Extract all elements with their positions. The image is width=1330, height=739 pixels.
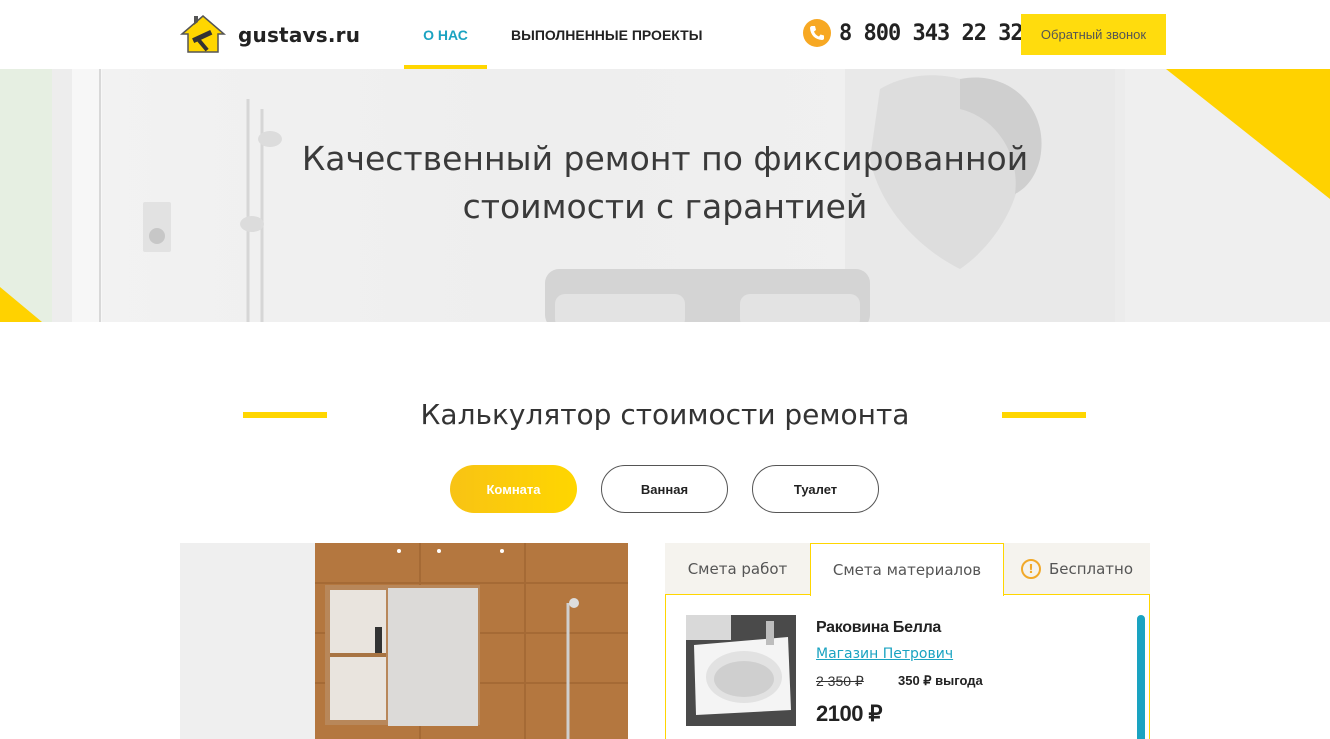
tab-materials-estimate-label: Смета материалов: [832, 561, 982, 579]
product-price: 2100 ₽: [816, 701, 883, 726]
nav-about-label: О НАС: [423, 26, 468, 43]
logo-text: gustavs.ru: [238, 23, 361, 47]
product-image: [686, 615, 796, 726]
nav-projects-label: ВЫПОЛНЕННЫЕ ПРОЕКТЫ: [511, 26, 703, 43]
hero-banner: Качественный ремонт по фиксированной сто…: [0, 69, 1330, 322]
room-button-room[interactable]: Комната: [450, 465, 577, 513]
nav-projects[interactable]: ВЫПОЛНЕННЫЕ ПРОЕКТЫ: [511, 0, 702, 69]
bathroom-image: [180, 543, 628, 739]
estimate-tabs: Смета работ Смета материалов ! Бесплатно: [665, 543, 1150, 596]
room-button-bathroom[interactable]: Ванная: [601, 465, 728, 513]
hero-title-line2: стоимости с гарантией: [462, 187, 868, 226]
product-name: Раковина Белла: [816, 619, 942, 636]
logo[interactable]: gustavs.ru: [178, 14, 360, 56]
tab-materials-estimate[interactable]: Смета материалов: [810, 543, 1004, 596]
nav-about[interactable]: О НАС: [404, 0, 487, 69]
tab-free[interactable]: ! Бесплатно: [1004, 543, 1150, 595]
product-shop-link[interactable]: Магазин Петрович: [816, 646, 953, 662]
hero-title-line1: Качественный ремонт по фиксированной: [301, 139, 1029, 178]
panel-scrollbar[interactable]: [1137, 615, 1145, 739]
callback-button[interactable]: Обратный звонок: [1021, 14, 1166, 55]
tab-works-estimate-label: Смета работ: [687, 560, 788, 578]
hero-title: Качественный ремонт по фиксированной сто…: [0, 135, 1330, 231]
calculator-title: Калькулятор стоимости ремонта: [420, 398, 910, 431]
phone-number: 8 800 343 22 32: [839, 20, 1024, 46]
room-button-toilet[interactable]: Туалет: [752, 465, 879, 513]
product-saving: 350 ₽ выгода: [898, 673, 983, 688]
title-bar-right: [1002, 412, 1086, 418]
phone-icon: [803, 19, 831, 47]
exclamation-icon: !: [1020, 559, 1041, 579]
site-header: gustavs.ru О НАС ВЫПОЛНЕННЫЕ ПРОЕКТЫ 8 8…: [0, 0, 1330, 69]
tab-works-estimate[interactable]: Смета работ: [665, 543, 810, 595]
materials-panel: Раковина Белла Магазин Петрович 2 350 ₽ …: [665, 594, 1150, 739]
phone-block[interactable]: 8 800 343 22 32: [803, 19, 1024, 47]
tab-free-label: Бесплатно: [1048, 560, 1134, 578]
house-hammer-icon: [178, 14, 228, 56]
product-old-price: 2 350 ₽: [816, 673, 864, 689]
